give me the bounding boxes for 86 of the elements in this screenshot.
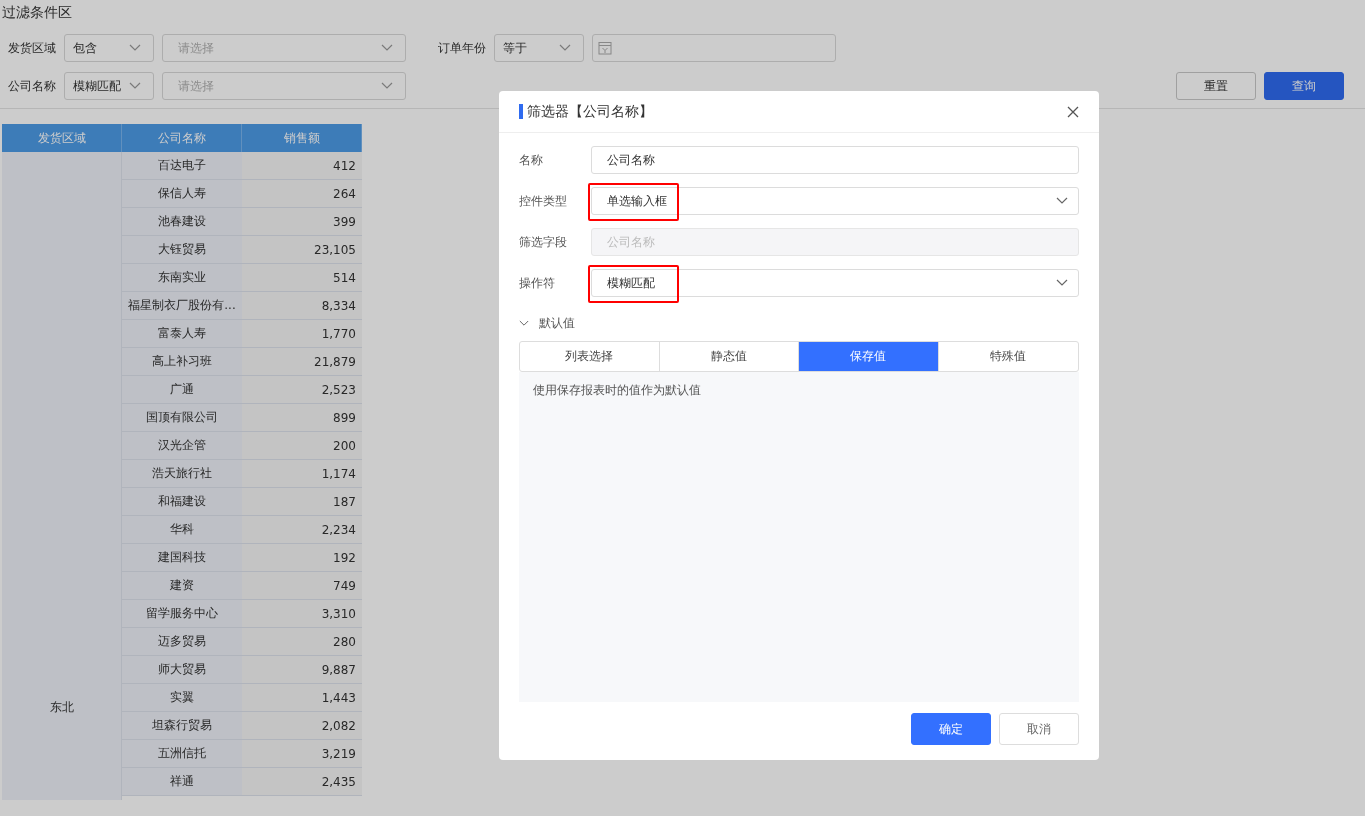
operator-select[interactable]: 等于 bbox=[494, 34, 584, 62]
cancel-button[interactable]: 取消 bbox=[999, 713, 1079, 745]
year-picker-field[interactable] bbox=[592, 34, 836, 62]
table-cell: 412 bbox=[242, 152, 362, 180]
reset-button[interactable]: 重置 bbox=[1176, 72, 1256, 100]
chevron-down-icon bbox=[381, 44, 393, 52]
chevron-down-icon bbox=[519, 320, 529, 327]
table-cell: 2,234 bbox=[242, 516, 362, 544]
title-accent-bar bbox=[519, 104, 523, 119]
table-cell: 坦森行贸易 bbox=[122, 712, 242, 740]
input-field[interactable]: 公司名称 bbox=[591, 146, 1079, 174]
operator-select[interactable]: 模糊匹配 bbox=[64, 72, 154, 100]
table-cell: 祥通 bbox=[122, 768, 242, 796]
filter-label: 订单年份 bbox=[438, 39, 486, 57]
table-cell: 749 bbox=[242, 572, 362, 600]
table-cell: 福星制衣厂股份有... bbox=[122, 292, 242, 320]
close-icon[interactable] bbox=[1067, 105, 1079, 118]
chevron-down-icon bbox=[1056, 197, 1068, 205]
table-cell: 514 bbox=[242, 264, 362, 292]
select-field[interactable]: 模糊匹配 bbox=[591, 269, 1079, 297]
table-cell: 187 bbox=[242, 488, 362, 516]
chevron-down-icon bbox=[129, 44, 141, 52]
table-cell: 1,443 bbox=[242, 684, 362, 712]
calendar-icon bbox=[598, 41, 612, 55]
table-cell: 1,770 bbox=[242, 320, 362, 348]
select-field[interactable]: 单选输入框 bbox=[591, 187, 1079, 215]
filter-label: 公司名称 bbox=[8, 77, 56, 95]
field-label: 操作符 bbox=[519, 274, 556, 292]
panel-description: 使用保存报表时的值作为默认值 bbox=[533, 383, 701, 397]
table-cell: 高上补习班 bbox=[122, 348, 242, 376]
filter-label: 发货区域 bbox=[8, 39, 56, 57]
collapse-header[interactable]: 默认值 bbox=[519, 315, 1079, 332]
table-cell: 3,219 bbox=[242, 740, 362, 768]
table-cell: 2,082 bbox=[242, 712, 362, 740]
table-cell: 2,435 bbox=[242, 768, 362, 796]
dialog-title: 筛选器【公司名称】 bbox=[527, 102, 654, 121]
table-cell: 9,887 bbox=[242, 656, 362, 684]
tab[interactable]: 列表选择 bbox=[520, 342, 660, 371]
table-cell: 池春建设 bbox=[122, 208, 242, 236]
confirm-button[interactable]: 确定 bbox=[911, 713, 991, 745]
table-cell: 建资 bbox=[122, 572, 242, 600]
table-cell: 广通 bbox=[122, 376, 242, 404]
table-cell: 399 bbox=[242, 208, 362, 236]
table-cell: 富泰人寿 bbox=[122, 320, 242, 348]
table-cell: 大钰贸易 bbox=[122, 236, 242, 264]
table-cell: 899 bbox=[242, 404, 362, 432]
table-cell: 华科 bbox=[122, 516, 242, 544]
region-cell: 东北 bbox=[2, 152, 122, 800]
table-cell: 迈多贸易 bbox=[122, 628, 242, 656]
chevron-down-icon bbox=[381, 82, 393, 90]
field-label: 控件类型 bbox=[519, 192, 568, 210]
column-header: 公司名称 bbox=[122, 124, 242, 152]
field-label: 筛选字段 bbox=[519, 233, 568, 251]
table-cell: 国顶有限公司 bbox=[122, 404, 242, 432]
table-cell: 3,310 bbox=[242, 600, 362, 628]
column-header: 发货区域 bbox=[2, 124, 122, 152]
chevron-down-icon bbox=[559, 44, 571, 52]
table-cell: 建国科技 bbox=[122, 544, 242, 572]
table-cell: 留学服务中心 bbox=[122, 600, 242, 628]
query-button[interactable]: 查询 bbox=[1264, 72, 1344, 100]
table-cell: 200 bbox=[242, 432, 362, 460]
table-cell: 和福建设 bbox=[122, 488, 242, 516]
table-cell: 23,105 bbox=[242, 236, 362, 264]
chevron-down-icon bbox=[129, 82, 141, 90]
table-cell: 280 bbox=[242, 628, 362, 656]
tab[interactable]: 特殊值 bbox=[938, 342, 1078, 371]
table-cell: 264 bbox=[242, 180, 362, 208]
table-cell: 东南实业 bbox=[122, 264, 242, 292]
operator-select[interactable]: 包含 bbox=[64, 34, 154, 62]
filter-area-title: 过滤条件区 bbox=[1, 3, 73, 22]
table-cell: 师大贸易 bbox=[122, 656, 242, 684]
table-cell: 浩天旅行社 bbox=[122, 460, 242, 488]
table-cell: 2,523 bbox=[242, 376, 362, 404]
chevron-down-icon bbox=[1056, 279, 1068, 287]
table-cell: 192 bbox=[242, 544, 362, 572]
table-cell: 保信人寿 bbox=[122, 180, 242, 208]
table-cell: 汉光企管 bbox=[122, 432, 242, 460]
field-label: 名称 bbox=[519, 151, 544, 169]
table-cell: 实翼 bbox=[122, 684, 242, 712]
table-cell: 8,334 bbox=[242, 292, 362, 320]
column-header: 销售额 bbox=[242, 124, 362, 152]
tab[interactable]: 保存值 bbox=[799, 342, 939, 371]
table-cell: 1,174 bbox=[242, 460, 362, 488]
table-cell: 21,879 bbox=[242, 348, 362, 376]
table-cell: 五洲信托 bbox=[122, 740, 242, 768]
table-cell: 百达电子 bbox=[122, 152, 242, 180]
